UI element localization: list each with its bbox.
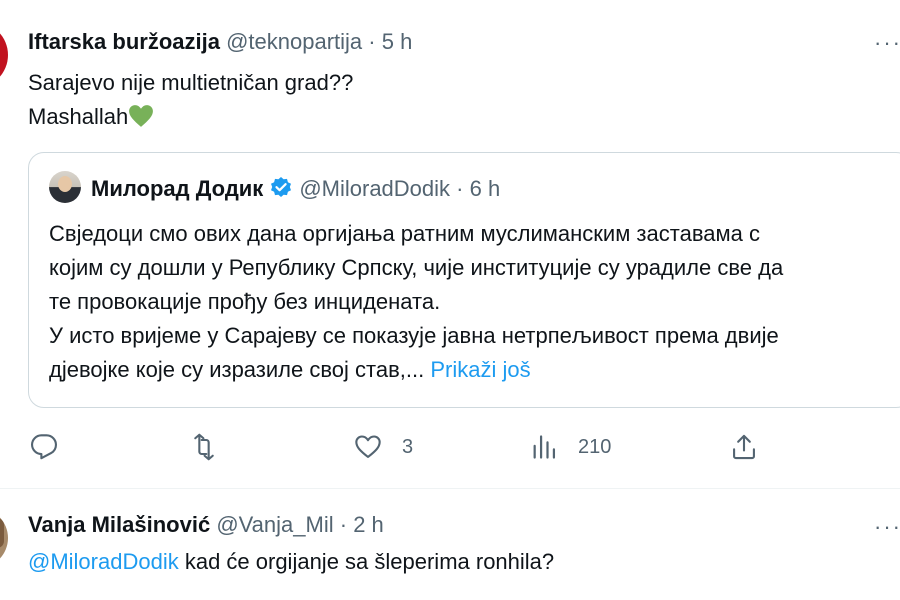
tweet[interactable]: Iftarska buržoazija @teknopartija · 5 h … [0,0,900,489]
reply-icon [30,434,58,460]
quoted-header: Милорад Додик @MiloradDodik · 6 h [91,175,500,203]
retweet-button[interactable] [190,430,238,464]
separator-dot: · [339,512,348,537]
like-button[interactable]: 3 [354,430,413,464]
views-button[interactable]: 210 [530,430,611,464]
timestamp[interactable]: 5 h [382,29,413,54]
tweet-header: Iftarska buržoazija @teknopartija · 5 h [28,28,412,56]
views-count: 210 [578,435,612,458]
tweet-text-line: Sarajevo nije multietničan grad?? [28,70,354,95]
show-more-link[interactable]: Prikaži još [430,357,530,382]
reply-button[interactable] [30,430,78,464]
quoted-author-name: Милорад Додик [91,176,264,201]
quoted-handle: @MiloradDodik [299,176,451,201]
author-handle[interactable]: @teknopartija [226,29,362,54]
action-bar: 3 210 [0,430,900,464]
author-handle[interactable]: @Vanja_Mil [216,512,333,537]
verified-badge-icon [271,177,292,197]
avatar[interactable] [0,508,8,568]
share-icon [733,434,755,460]
quoted-avatar[interactable] [49,171,81,203]
tweet-text-body: kad će orgijanje sa šleperima ronhila? [178,549,555,574]
tweet-text: Sarajevo nije multietničan grad?? Mashal… [28,66,353,134]
share-button[interactable] [730,430,758,464]
author-name[interactable]: Vanja Milašinović [28,512,210,537]
quoted-text-line: којим су дошли у Републику Српску, чије … [49,255,784,280]
quoted-text-line: дјевојке које су изразиле свој став,... [49,357,425,382]
avatar[interactable] [0,22,8,88]
separator-dot: · [368,29,376,54]
views-icon [533,435,556,459]
quoted-tweet[interactable]: Милорад Додик @MiloradDodik · 6 h Свједоц… [28,152,900,408]
quoted-text-line: те провокације прођу без инцидената. [49,289,441,314]
more-options-icon[interactable]: ··· [874,30,900,55]
separator-dot: · [456,176,464,201]
retweet-icon [194,433,214,461]
mention-link[interactable]: @MiloradDodik [28,549,179,574]
quoted-text-line: У исто вријеме у Сарајеву се показује ја… [49,323,779,348]
author-name[interactable]: Iftarska buržoazija [28,29,220,54]
timestamp[interactable]: 2 h [353,512,384,537]
more-options-icon[interactable]: ··· [874,514,900,539]
quoted-timestamp: 6 h [469,176,501,201]
heart-icon [355,435,381,458]
tweet-text-line: Mashallah [28,104,129,129]
tweet-header: Vanja Milašinović @Vanja_Mil · 2 h [28,511,384,539]
tweet-text: @MiloradDodik kad će orgijanje sa šleper… [28,545,554,579]
like-count: 3 [402,435,414,458]
quoted-text: Свједоци смо ових дана оргијања ратним м… [49,217,899,387]
quoted-text-line: Свједоци смо ових дана оргијања ратним м… [49,221,760,246]
green-heart-icon [129,105,154,127]
